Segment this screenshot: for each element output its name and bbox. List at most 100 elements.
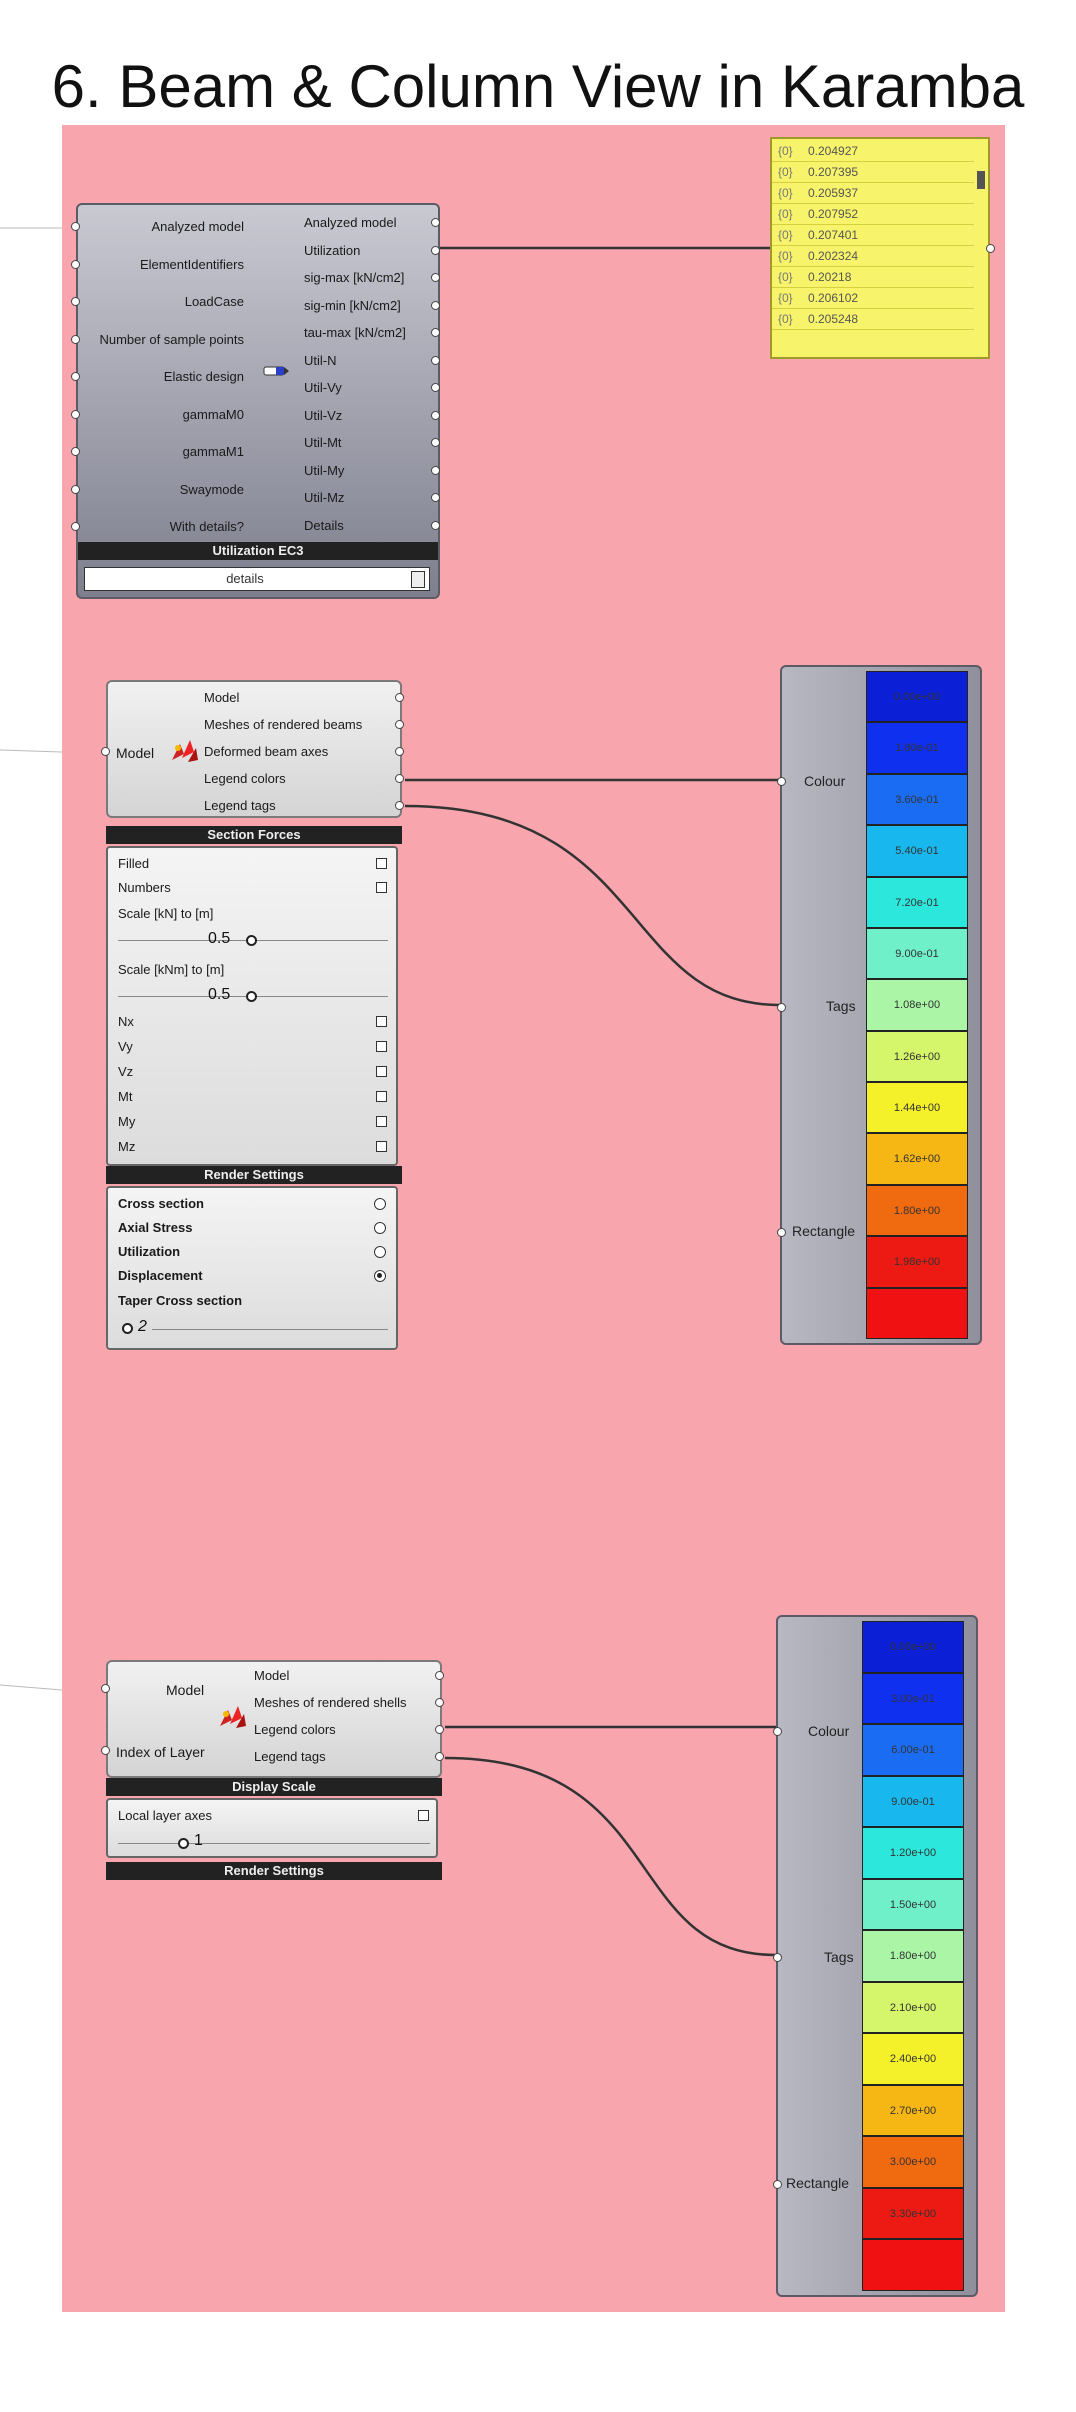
legend-color-cell	[862, 2239, 964, 2291]
render-mode-label: Axial Stress	[118, 1220, 193, 1235]
utilization-input-label: Analyzed model	[151, 219, 245, 234]
utilization-output-port[interactable]	[431, 493, 440, 502]
taper-slider-knob[interactable]	[122, 1323, 133, 1334]
beam-view-output-port[interactable]	[395, 693, 404, 702]
legend-color-cell: 3.30e+00	[862, 2187, 964, 2240]
legend1-tags-label: Tags	[826, 998, 856, 1014]
legend2-colour-port[interactable]	[773, 1727, 782, 1736]
scale2-value: 0.5	[208, 986, 231, 1003]
shell-view-model-port[interactable]	[101, 1684, 110, 1693]
legend-color-cell: 0.00e+00	[862, 1621, 964, 1673]
utilization-input-port[interactable]	[71, 409, 80, 419]
utilization-input-port[interactable]	[71, 484, 80, 494]
pencil-icon[interactable]	[262, 364, 290, 376]
shell-slider-value: 1	[194, 1832, 203, 1849]
legend-color-cell: 1.80e+00	[862, 1930, 964, 1982]
shell-view-output-port[interactable]	[435, 1698, 444, 1707]
shell-slider-knob[interactable]	[178, 1838, 189, 1849]
scale2-slider-knob[interactable]	[246, 991, 257, 1002]
utilization-input-port[interactable]	[71, 447, 80, 456]
legend2-tags-port[interactable]	[773, 1953, 782, 1962]
utilization-output-port[interactable]	[431, 328, 440, 337]
beam-view-input-port[interactable]	[101, 747, 110, 756]
utilization-output-port[interactable]	[431, 355, 440, 365]
local-layer-axes-checkbox[interactable]	[418, 1810, 429, 1821]
legend-color-cell: 1.44e+00	[866, 1082, 968, 1134]
panel-scrollbar[interactable]	[977, 171, 985, 189]
utilization-component[interactable]: Analyzed model ElementIdentifiers LoadCase…	[71, 203, 440, 599]
beam-view-output-port[interactable]	[395, 801, 404, 810]
utilization-output-port[interactable]	[431, 300, 440, 310]
scale1-slider-knob[interactable]	[246, 935, 257, 946]
panel-row-value: 0.205937	[808, 186, 859, 200]
legend-color-cell: 2.10e+00	[862, 1981, 964, 2034]
legend2-colour-label: Colour	[808, 1723, 850, 1739]
legend-color-cell: 1.20e+00	[862, 1827, 964, 1879]
utilization-output-panel[interactable]: {0} 0.204927 {0} 0.207395 {0} 0.205937 {0} 0.20…	[770, 137, 990, 359]
utilization-input-port[interactable]	[71, 297, 80, 306]
utilization-output-port[interactable]	[431, 273, 440, 282]
utilization-input-port[interactable]	[71, 334, 80, 344]
utilization-output-port[interactable]	[431, 438, 440, 447]
utilization-input-label: Number of sample points	[99, 331, 244, 347]
beam-view-output-port[interactable]	[395, 774, 404, 783]
panel-row-index: {0}	[778, 144, 793, 158]
section-forces-panel[interactable]: Filled Numbers Scale [kN] to [m] 0.5 Scal…	[106, 846, 398, 1166]
legend1-colour-port[interactable]	[777, 777, 786, 786]
utilization-input-port[interactable]	[71, 522, 80, 531]
panel-row-index: {0}	[778, 186, 793, 200]
beam-view-output-port[interactable]	[395, 747, 404, 756]
section-force-option-checkbox[interactable]	[376, 858, 387, 869]
section-force-component-checkbox[interactable]	[376, 1066, 387, 1077]
utilization-output-port[interactable]	[431, 520, 440, 530]
panel-row: {0} 0.204927	[772, 141, 974, 162]
beam-view-component[interactable]: Model Model Meshes of rendered beams Defor…	[106, 680, 404, 818]
utilization-output-label: sig-max [kN/cm2]	[304, 270, 405, 285]
utilization-output-port[interactable]	[431, 383, 440, 392]
display-scale-panel[interactable]: Local layer axes 1	[106, 1798, 438, 1858]
section-force-component-checkbox[interactable]	[376, 1141, 387, 1152]
shell-view-layer-port[interactable]	[101, 1746, 110, 1755]
legend-component-2[interactable]: 0.00e+00 3.00e-01 6.00e-01 9.00e-01 1.20e+00…	[773, 1615, 978, 2297]
render-mode-radio[interactable]	[374, 1222, 386, 1234]
dropdown-arrow-icon[interactable]	[411, 571, 425, 588]
section-force-option-checkbox[interactable]	[376, 882, 387, 893]
utilization-output-port[interactable]	[431, 410, 440, 420]
legend2-rectangle-port[interactable]	[773, 2180, 782, 2189]
legend1-rectangle-port[interactable]	[777, 1228, 786, 1237]
panel-row-value: 0.207395	[808, 165, 859, 179]
panel-row-index: {0}	[778, 228, 793, 242]
render-mode-radio[interactable]	[374, 1270, 386, 1282]
shell-view-output-port[interactable]	[435, 1752, 444, 1761]
legend2-tags-label: Tags	[824, 1949, 854, 1965]
utilization-output-port[interactable]	[431, 218, 440, 227]
panel-output-port[interactable]	[986, 244, 995, 253]
render-settings-panel[interactable]: Cross section Axial Stress Utilization Disp…	[106, 1186, 398, 1350]
utilization-output-label: Analyzed model	[304, 215, 397, 230]
details-dropdown[interactable]: details	[84, 567, 430, 591]
legend-color-cell: 2.70e+00	[862, 2084, 964, 2137]
section-force-component-checkbox[interactable]	[376, 1091, 387, 1102]
shell-view-component[interactable]: Model Index of Layer Model Meshes of rend…	[106, 1660, 444, 1778]
render-mode-radio[interactable]	[374, 1246, 386, 1258]
panel-row: {0} 0.20218	[772, 267, 974, 288]
utilization-input-port[interactable]	[71, 259, 80, 269]
utilization-input-label: Elastic design	[163, 369, 244, 384]
legend1-tags-port[interactable]	[777, 1003, 786, 1012]
section-force-component-checkbox[interactable]	[376, 1016, 387, 1027]
beam-view-section-forces-bar: Section Forces	[106, 826, 402, 844]
utilization-input-port[interactable]	[71, 222, 80, 231]
legend-component-1[interactable]: 0.00e+00 1.80e-01 3.60e-01 5.40e-01 7.20e-01…	[777, 665, 982, 1345]
shell-view-output-port[interactable]	[435, 1725, 444, 1734]
scale2-label: Scale [kNm] to [m]	[118, 962, 225, 977]
utilization-input-port[interactable]	[71, 372, 80, 381]
render-mode-radio[interactable]	[374, 1198, 386, 1210]
section-force-component-checkbox[interactable]	[376, 1041, 387, 1052]
panel-row-value: 0.206102	[808, 291, 859, 305]
shell-view-output-port[interactable]	[435, 1671, 444, 1680]
section-force-component-checkbox[interactable]	[376, 1116, 387, 1127]
beam-view-output-port[interactable]	[395, 720, 404, 729]
beam-view-output-label: Legend tags	[204, 798, 276, 813]
utilization-output-port[interactable]	[431, 245, 440, 255]
utilization-output-port[interactable]	[431, 465, 440, 475]
